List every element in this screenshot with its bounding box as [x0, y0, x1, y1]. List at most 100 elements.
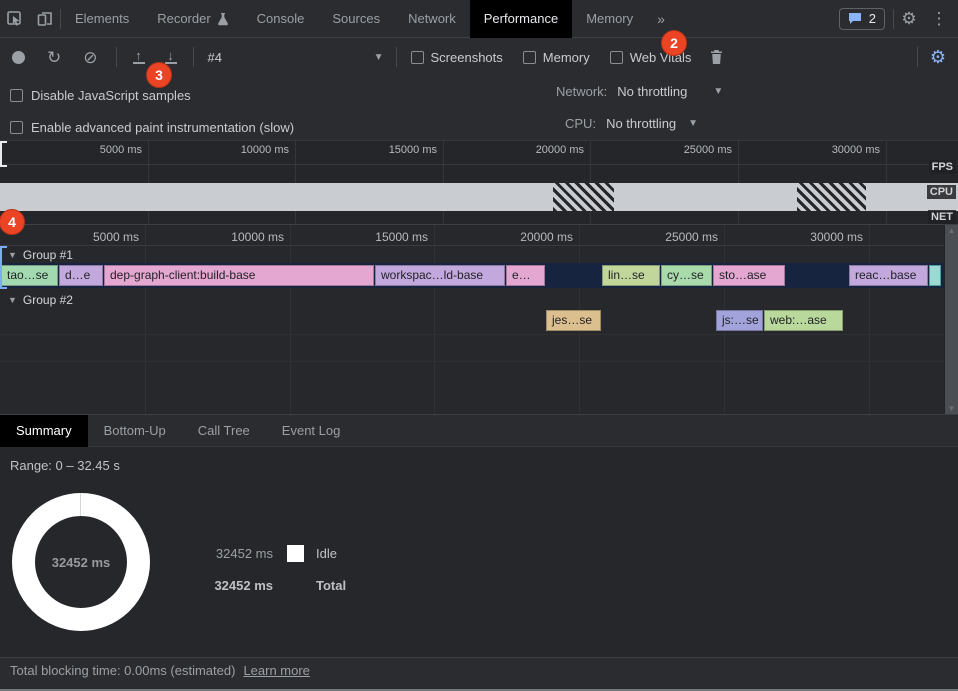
more-tabs-button[interactable]: » [647, 11, 675, 27]
gridline [290, 225, 291, 414]
checkbox-label: Screenshots [431, 50, 503, 65]
settings-gear-icon[interactable]: ⚙ [894, 5, 924, 33]
legend-swatch [287, 545, 304, 562]
capture-settings-gear-icon[interactable]: ⚙ [930, 48, 946, 66]
divider [116, 47, 117, 67]
flame-event-bar[interactable]: sto…ase [713, 265, 785, 286]
disable-js-samples-checkbox[interactable] [10, 89, 23, 102]
flame-event-bar[interactable]: jes…se [546, 310, 601, 331]
flame-chart[interactable]: 5000 ms10000 ms15000 ms20000 ms25000 ms3… [0, 225, 958, 415]
lane-label-cpu: CPU [927, 185, 956, 199]
track-focus-bracket [0, 287, 7, 289]
overview-tick-label: 15000 ms [389, 144, 437, 156]
details-tab-summary[interactable]: Summary [0, 415, 88, 447]
overview-tick-label: 30000 ms [832, 144, 880, 156]
flame-event-bar[interactable]: cy…se [661, 265, 712, 286]
tab-memory[interactable]: Memory [572, 0, 647, 38]
flame-event-bar[interactable]: js:…se [716, 310, 763, 331]
paint-instrumentation-label: Enable advanced paint instrumentation (s… [31, 120, 294, 135]
chevron-down-icon: ▼ [374, 52, 384, 63]
reload-and-record-icon[interactable]: ↻ [47, 49, 61, 66]
cpu-idle-hatch [797, 183, 866, 211]
tab-recorder[interactable]: Recorder [143, 0, 242, 38]
cpu-throttling-label: CPU: [565, 116, 596, 131]
issues-counter[interactable]: 2 [839, 8, 885, 30]
flame-event-bar[interactable] [929, 265, 941, 286]
annotation-badge-2[interactable]: 2 [661, 30, 687, 56]
network-throttling-value: No throttling [617, 84, 687, 99]
scroll-up-icon[interactable]: ▲ [948, 227, 956, 235]
legend-value: 32452 ms [209, 546, 273, 561]
tab-label: Network [408, 0, 456, 38]
kebab-menu-icon[interactable]: ⋮ [924, 5, 954, 33]
flame-tick-label: 5000 ms [93, 230, 139, 244]
overview-left-grip[interactable] [0, 141, 2, 167]
flame-event-bar[interactable]: web:…ase [764, 310, 843, 331]
network-throttling-label: Network: [556, 84, 607, 99]
clear-recording-icon[interactable]: ⊘ [83, 49, 97, 66]
summary-legend: 32452 msIdle32452 msTotal [209, 537, 346, 601]
flame-scrollbar[interactable]: ▲ ▼ [944, 225, 958, 415]
overview-tick-label: 10000 ms [241, 144, 289, 156]
flame-event-bar[interactable]: lin…se [602, 265, 660, 286]
flame-event-bar[interactable]: workspac…ld-base [375, 265, 505, 286]
group-header-1[interactable]: ▼ Group #1 [8, 246, 73, 264]
learn-more-link[interactable]: Learn more [243, 663, 309, 678]
inspect-element-icon[interactable] [0, 5, 30, 33]
tab-label: Performance [484, 0, 558, 38]
tab-label: Console [257, 0, 305, 38]
legend-label: Idle [316, 546, 337, 561]
annotation-badge-4[interactable]: 4 [0, 209, 25, 235]
cpu-throttling-control[interactable]: CPU: No throttling ▼ [565, 116, 698, 131]
trash-icon[interactable] [709, 49, 724, 65]
gridline [869, 225, 870, 414]
flame-event-bar[interactable]: reac…base [849, 265, 928, 286]
checkbox[interactable] [411, 51, 424, 64]
ruler-line [0, 164, 958, 165]
checkbox[interactable] [523, 51, 536, 64]
flame-event-bar[interactable]: d…e [59, 265, 103, 286]
group-label: Group #1 [23, 248, 73, 262]
range-label: Range: 0 – 32.45 s [10, 458, 120, 473]
flame-event-bar[interactable]: dep-graph-client:build-base [104, 265, 374, 286]
checkbox[interactable] [610, 51, 623, 64]
legend-row: 32452 ms Idle [209, 537, 346, 569]
paint-instrumentation-checkbox[interactable] [10, 121, 23, 134]
details-tab-call-tree[interactable]: Call Tree [182, 415, 266, 447]
save-profile-icon[interactable]: ↓ [163, 50, 179, 64]
overview-grip-stub [0, 141, 7, 143]
record-button[interactable] [12, 51, 25, 64]
overview-tick-label: 25000 ms [684, 144, 732, 156]
tab-label: Memory [586, 0, 633, 38]
toolbar-check-screenshots[interactable]: Screenshots [411, 50, 503, 65]
tab-label: Sources [332, 0, 380, 38]
devtools-window: ElementsRecorder Console Sources Network Per… [0, 0, 958, 691]
annotation-badge-3[interactable]: 3 [146, 62, 172, 88]
tab-performance[interactable]: Performance [470, 0, 572, 38]
details-tabbar: SummaryBottom-UpCall TreeEvent Log [0, 415, 958, 447]
tab-sources[interactable]: Sources [318, 0, 394, 38]
load-profile-icon[interactable]: ↑ [131, 50, 147, 64]
group-header-2[interactable]: ▼Group #2 [8, 291, 73, 309]
row-separator [0, 334, 944, 335]
checkbox-label: Memory [543, 50, 590, 65]
toolbar-check-memory[interactable]: Memory [523, 50, 590, 65]
history-dropdown[interactable]: #4 ▼ [202, 45, 390, 69]
scroll-down-icon[interactable]: ▼ [948, 405, 956, 413]
details-tab-event-log[interactable]: Event Log [266, 415, 357, 447]
flame-event-bar[interactable]: e… [506, 265, 545, 286]
timeline-overview[interactable]: 5000 ms10000 ms15000 ms20000 ms25000 ms3… [0, 140, 958, 225]
cpu-activity-band [0, 183, 958, 211]
track-focus-bracket [0, 246, 2, 289]
details-tab-bottom-up[interactable]: Bottom-Up [88, 415, 182, 447]
tab-network[interactable]: Network [394, 0, 470, 38]
flame-event-bar[interactable]: tao…se [1, 265, 58, 286]
overview-tick-label: 5000 ms [100, 144, 142, 156]
tab-elements[interactable]: Elements [61, 0, 143, 38]
disable-js-samples-label: Disable JavaScript samples [31, 88, 191, 103]
triangle-down-icon: ▼ [8, 250, 17, 260]
tab-console[interactable]: Console [243, 0, 319, 38]
device-toolbar-icon[interactable] [30, 5, 60, 33]
network-throttling-control[interactable]: Network: No throttling ▼ [556, 84, 723, 99]
gridline [434, 225, 435, 414]
